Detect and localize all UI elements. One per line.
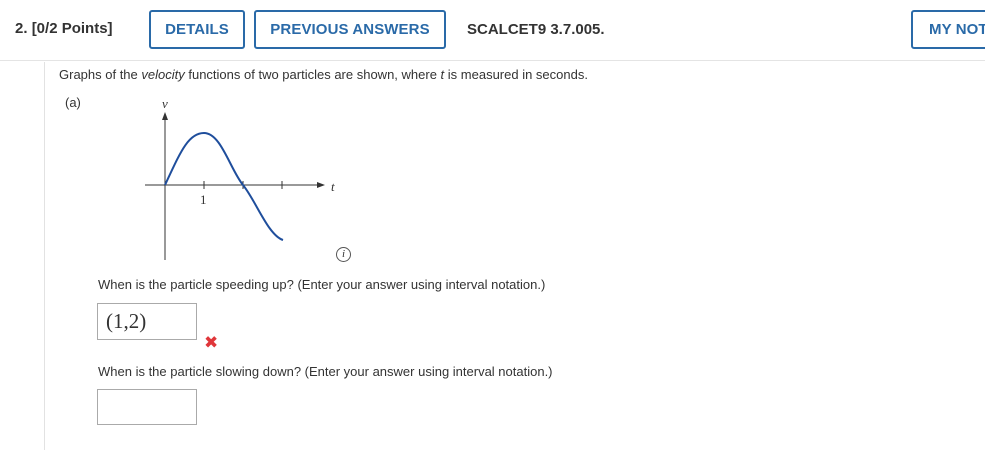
- question-number-and-points: 2. [0/2 Points]: [15, 20, 113, 37]
- content-left-rule: [44, 62, 45, 450]
- y-axis-label: v: [162, 96, 168, 111]
- prompt-text-1: Graphs of the: [59, 67, 142, 82]
- y-axis-arrow-icon: [162, 112, 168, 120]
- velocity-curve: [164, 131, 284, 241]
- assignment-id: SCALCET9 3.7.005.: [467, 21, 605, 38]
- prompt-text-2: functions of two particles are shown, wh…: [184, 67, 441, 82]
- x-axis-label: t: [331, 179, 335, 194]
- answer-input-slowing-down[interactable]: [97, 389, 197, 425]
- incorrect-x-icon: ✖: [204, 333, 219, 352]
- previous-answers-button[interactable]: PREVIOUS ANSWERS: [254, 10, 446, 49]
- my-notes-button[interactable]: MY NOTES: [911, 10, 985, 49]
- velocity-graph: v 1 t: [145, 96, 335, 260]
- answer-input-speeding-up[interactable]: [97, 303, 197, 340]
- question-number: 2.: [15, 20, 28, 37]
- x-tick-label: 1: [200, 192, 207, 207]
- part-a-label: (a): [65, 95, 81, 110]
- question-slowing-down: When is the particle slowing down? (Ente…: [98, 364, 553, 379]
- x-axis-arrow-icon: [317, 182, 325, 188]
- details-button[interactable]: DETAILS: [149, 10, 245, 49]
- info-icon[interactable]: i: [336, 247, 351, 262]
- prompt-italic-velocity: velocity: [141, 67, 185, 82]
- question-header: 2. [0/2 Points] DETAILS PREVIOUS ANSWERS…: [0, 0, 985, 61]
- prompt-text-3: is measured in seconds.: [444, 67, 588, 82]
- question-points: [0/2 Points]: [31, 20, 113, 37]
- question-prompt: Graphs of the velocity functions of two …: [59, 67, 588, 82]
- question-speeding-up: When is the particle speeding up? (Enter…: [98, 277, 546, 292]
